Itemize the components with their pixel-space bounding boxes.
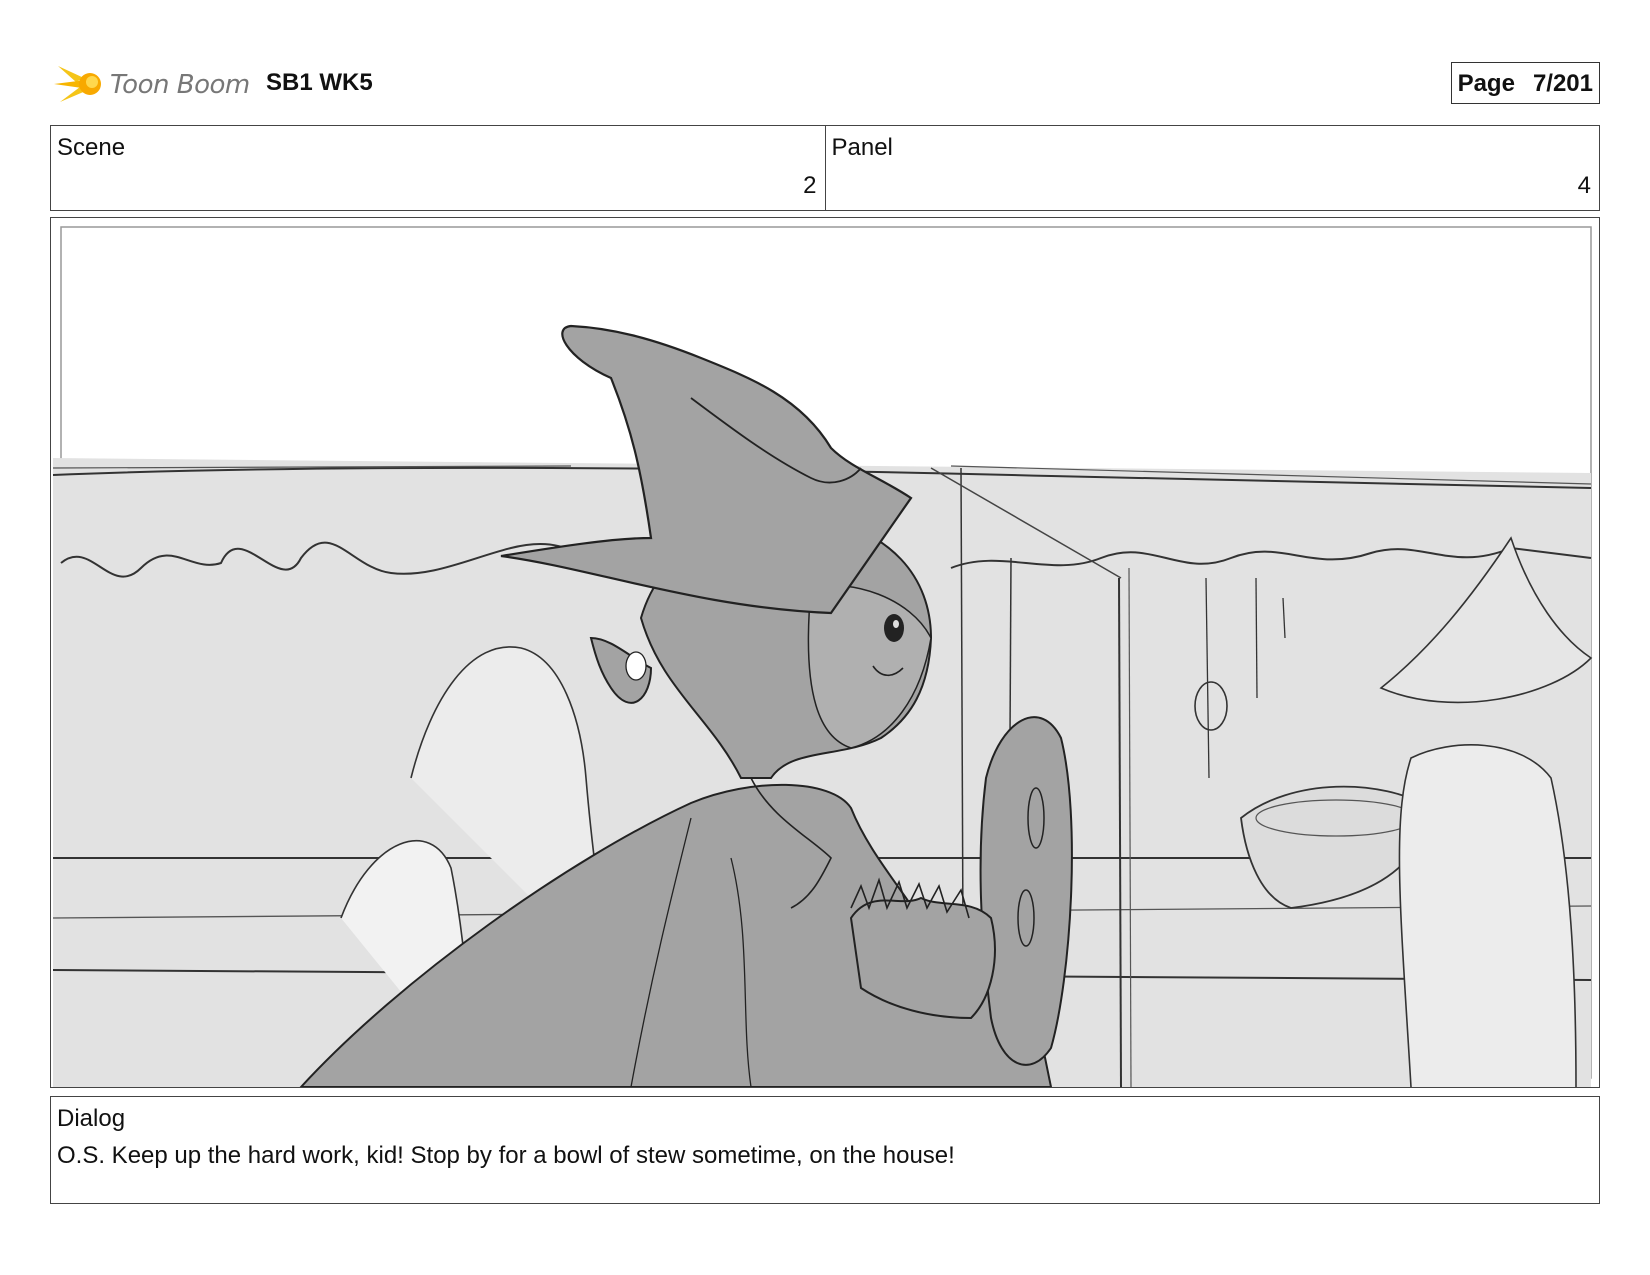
toon-boom-logo: Toon Boom [54,60,254,108]
scene-panel-row: Scene 2 Panel 4 [50,125,1600,211]
document-title: SB1 WK5 [266,69,373,96]
panel-value: 4 [1577,172,1591,199]
logo-text: Toon Boom [110,70,250,100]
panel-label: Panel [831,134,893,161]
dialog-text: O.S. Keep up the hard work, kid! Stop by… [57,1142,955,1169]
page-label: Page [1457,70,1515,97]
page-number: 7/201 [1532,70,1593,97]
panel-cell: Panel 4 [824,126,1600,210]
page-header: Toon Boom SB1 WK5 Page 7/201 [50,56,1600,112]
page-indicator: Page 7/201 [1450,62,1600,104]
scene-value: 2 [803,172,817,199]
scene-cell: Scene 2 [51,126,825,210]
storyboard-panel [50,217,1600,1088]
dialog-label: Dialog [57,1105,126,1132]
storyboard-sketch [51,218,1599,1087]
dialog-box: Dialog O.S. Keep up the hard work, kid! … [50,1096,1600,1204]
toon-boom-logo-icon [54,66,101,102]
scene-label: Scene [57,134,126,161]
